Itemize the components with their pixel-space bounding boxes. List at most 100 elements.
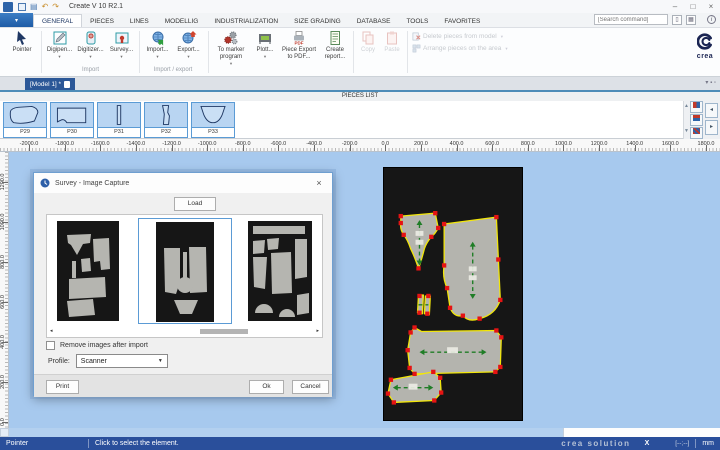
ruler-tick	[172, 145, 173, 151]
close-button[interactable]: ×	[702, 1, 720, 13]
digitizer-button[interactable]: Digitizer... ▾	[76, 30, 105, 59]
tab-favorites[interactable]: FAVORITES	[436, 15, 488, 27]
pattern-piece-2[interactable]	[444, 217, 501, 320]
plott-button[interactable]: Plott... ▾	[252, 30, 278, 59]
pattern-piece-5[interactable]	[388, 372, 441, 403]
load-button[interactable]: Load	[174, 197, 216, 211]
tab-industrialization[interactable]: INDUSTRIALIZATION	[206, 15, 286, 27]
scrollbar-thumb[interactable]	[200, 329, 248, 334]
tab-size-grading[interactable]: SIZE GRADING	[286, 15, 349, 27]
cancel-button[interactable]: Cancel	[292, 380, 329, 394]
digitizer-icon	[83, 30, 99, 46]
arrange-pieces-button[interactable]: Arrange pieces on the area ▾	[412, 44, 508, 53]
status-axis: X	[645, 440, 650, 447]
copy-button[interactable]: Copy	[357, 30, 379, 54]
scan-thumbnail-2[interactable]	[138, 218, 232, 324]
search-input[interactable]	[594, 14, 668, 25]
pattern-piece-4[interactable]	[408, 328, 502, 374]
horizontal-scrollbar[interactable]	[563, 428, 720, 437]
ribbon-tab-bar: ▾ GENERALPIECESLINESMODELLIGINDUSTRIALIZ…	[0, 13, 720, 28]
digipen-button[interactable]: Digipen... ▾	[45, 30, 74, 59]
info-icon[interactable]: i	[707, 15, 716, 24]
dropdown-arrow-icon: ▾	[156, 55, 158, 59]
scroll-right-icon[interactable]: ▸	[316, 329, 319, 334]
piece-card-p31[interactable]: P31	[97, 102, 141, 138]
remove-images-checkbox[interactable]	[46, 341, 55, 350]
pattern-piece-1[interactable]	[401, 213, 439, 268]
svg-text:PDF: PDF	[295, 41, 304, 46]
export-button[interactable]: Export... ▾	[174, 30, 203, 59]
pieces-view-button-3[interactable]	[690, 127, 703, 139]
survey-button[interactable]: Survey... ▾	[107, 30, 136, 59]
scan-thumbnail-1[interactable]	[57, 221, 119, 321]
keyboard-icon[interactable]: ▦	[686, 15, 696, 25]
scan-thumbnail-3[interactable]	[248, 221, 312, 321]
device-icon[interactable]: ▯	[672, 15, 682, 25]
status-tool: Pointer	[6, 440, 82, 447]
pieces-view-button-2[interactable]	[690, 114, 703, 126]
pointer-cursor-icon	[14, 30, 30, 46]
status-hint: Click to select the element.	[95, 440, 179, 447]
delete-pieces-label: Delete pieces from model	[423, 33, 497, 40]
tab-pieces[interactable]: PIECES	[82, 15, 122, 27]
piece-card-p30[interactable]: P30	[50, 102, 94, 138]
ruler-tick	[2, 262, 8, 263]
prev-page-button[interactable]: ◂	[705, 103, 718, 118]
ok-button[interactable]: Ok	[249, 380, 284, 394]
piece-card-p32[interactable]: P32	[144, 102, 188, 138]
import-button[interactable]: Import... ▾	[143, 30, 172, 59]
maximize-button[interactable]: □	[684, 1, 702, 13]
ruler-tick	[706, 145, 707, 151]
digipen-label: Digipen...	[47, 47, 72, 54]
dropdown-arrow-icon: ▾	[120, 55, 122, 59]
arrange-pieces-label: Arrange pieces on the area	[423, 45, 501, 52]
dialog-close-button[interactable]: ×	[312, 178, 326, 188]
piece-export-pdf-button[interactable]: PDF Piece Export to PDF...	[280, 30, 318, 61]
save-icon[interactable]	[18, 3, 26, 11]
tab-general[interactable]: GENERAL	[33, 14, 82, 27]
tab-modellig[interactable]: MODELLIG	[157, 15, 207, 27]
paste-button[interactable]: Paste	[381, 30, 403, 54]
undo-icon[interactable]: ↶	[42, 2, 49, 12]
piece-card-p33[interactable]: P33	[191, 102, 235, 138]
delete-pieces-button[interactable]: Delete pieces from model ▾	[412, 32, 503, 41]
copy-icon	[360, 30, 376, 46]
separator	[41, 31, 42, 73]
piece-card-p29[interactable]: P29	[3, 102, 47, 138]
scan-canvas[interactable]	[383, 167, 523, 421]
tab-lines[interactable]: LINES	[122, 15, 157, 27]
survey-image-capture-dialog: Survey - Image Capture × Load	[33, 172, 333, 396]
dropdown-arrow-icon: ▾	[501, 34, 503, 40]
create-report-label: Create report...	[320, 47, 350, 61]
ruler-tick	[2, 422, 8, 423]
to-marker-program-button[interactable]: To marker program ▾	[212, 30, 250, 66]
digipen-icon	[52, 30, 68, 46]
bottom-scroll-strip[interactable]	[0, 428, 720, 437]
dialog-title-bar[interactable]: Survey - Image Capture ×	[34, 173, 332, 193]
pointer-button[interactable]: Pointer	[6, 30, 38, 54]
ribbon-toolbar: Pointer Digipen... ▾ Digitizer... ▾ Surv…	[0, 28, 720, 77]
status-coordinates: [--;--]	[675, 440, 689, 447]
thumbnail-scrollbar[interactable]: ◂ ▸	[50, 328, 319, 335]
dialog-clock-icon	[40, 178, 50, 188]
next-page-button[interactable]: ▸	[705, 120, 718, 135]
panel-options-icons[interactable]: ▾ ▪ ▫	[705, 79, 716, 86]
tab-database[interactable]: DATABASE	[349, 15, 399, 27]
tab-tools[interactable]: TOOLS	[398, 15, 436, 27]
model-tab[interactable]: [Model 1] *	[25, 78, 75, 90]
minimize-button[interactable]: –	[666, 1, 684, 13]
create-report-button[interactable]: Create report...	[320, 30, 350, 61]
scroll-left-icon[interactable]: ◂	[50, 329, 53, 334]
document-icon	[64, 81, 70, 88]
paste-icon	[384, 30, 400, 46]
ruler-tick	[2, 382, 8, 383]
ruler-tick	[635, 145, 636, 151]
ruler-tick	[670, 145, 671, 151]
redo-icon[interactable]: ↷	[52, 2, 59, 12]
status-units: mm	[702, 440, 714, 447]
app-menu-button[interactable]: ▾	[0, 13, 33, 27]
pieces-view-button-1[interactable]	[690, 101, 703, 113]
profile-dropdown[interactable]: Scanner ▼	[76, 354, 168, 368]
print-button[interactable]: Print	[46, 380, 79, 394]
views-icon[interactable]: ▤	[30, 2, 38, 12]
